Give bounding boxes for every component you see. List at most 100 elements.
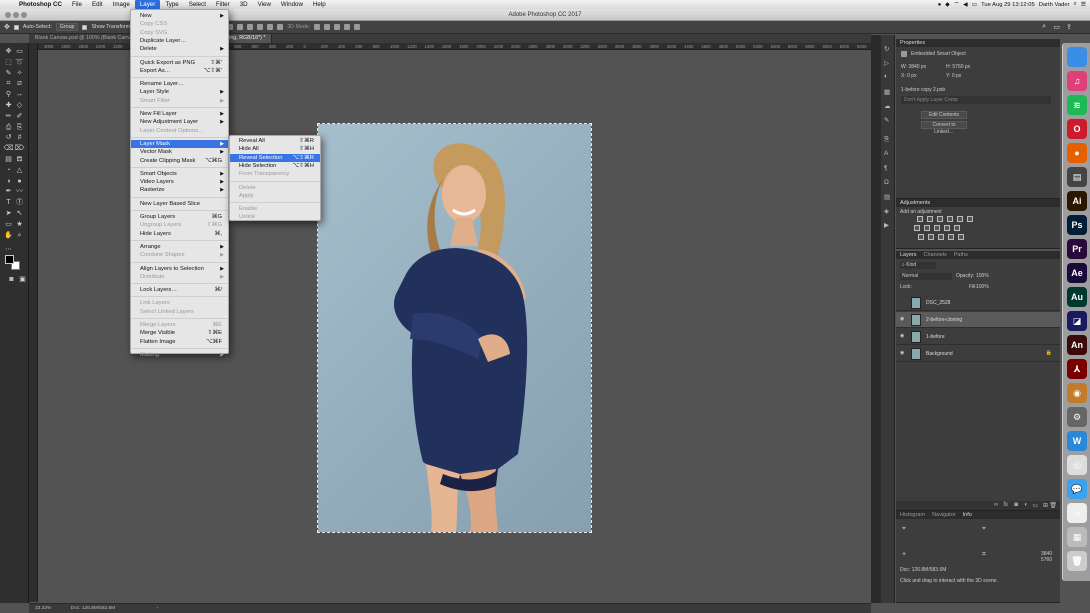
menu-item-align-layers-to-selection[interactable]: Align Layers to Selection ▶ — [131, 265, 228, 273]
blur-tool-icon[interactable]: ◔ — [4, 166, 13, 175]
menu-item-vector-mask[interactable]: Vector Mask ▶ — [131, 148, 228, 156]
sharpen-tool-icon[interactable]: △ — [15, 166, 24, 175]
menu-item-delete[interactable]: Delete ▶ — [131, 45, 228, 53]
layer-visibility-icon[interactable]: ◉ — [900, 317, 906, 322]
brush-tool-icon[interactable]: ✏ — [4, 112, 13, 121]
3d-slide-icon[interactable] — [344, 24, 351, 30]
custom-shape-tool-icon[interactable]: ★ — [15, 220, 24, 229]
brush-presets-icon[interactable]: ✎ — [884, 116, 889, 124]
bridge-icon[interactable]: ◪ — [1067, 311, 1087, 331]
y-field[interactable]: Y: 0 px — [946, 73, 961, 79]
type-tool-icon[interactable]: T — [4, 198, 13, 207]
audition-icon[interactable]: Au — [1067, 287, 1087, 307]
direct-select-tool-icon[interactable]: ↖ — [15, 209, 24, 218]
clone-stamp-tool-icon[interactable]: ⎙ — [4, 123, 13, 132]
zoom-level[interactable]: 33.33% — [29, 606, 51, 611]
screen-mode-icon[interactable]: ▣ — [18, 275, 27, 284]
history-icon[interactable]: ↻ — [884, 45, 889, 53]
menu-help[interactable]: Help — [308, 0, 331, 9]
menu-item-hide-selection[interactable]: Hide Selection ⌥⇧⌘H — [230, 162, 320, 170]
dropbox-icon[interactable]: ◆ — [945, 2, 949, 8]
spotify-icon[interactable]: ≋ — [1067, 95, 1087, 115]
trash-layer-icon[interactable]: 🗑 — [1049, 502, 1057, 509]
itunes-icon[interactable]: ♫ — [1067, 71, 1087, 91]
menu-item-new-adjustment-layer[interactable]: New Adjustment Layer ▶ — [131, 118, 228, 126]
add-mask-icon[interactable]: ◙ — [1014, 502, 1018, 508]
illustrator-icon[interactable]: Ai — [1067, 191, 1087, 211]
spotlight-icon[interactable]: ⌕ — [1074, 1, 1077, 8]
system-prefs-icon[interactable]: ⚙ — [1067, 407, 1087, 427]
3d-pan-icon[interactable] — [334, 24, 341, 30]
character-icon[interactable]: A — [884, 150, 888, 157]
adjust-brightness-icon[interactable] — [917, 216, 923, 222]
align-center-icon[interactable] — [257, 24, 264, 30]
magic-wand-tool-icon[interactable]: ✧ — [15, 69, 24, 78]
dodge-tool-icon[interactable]: ◑ — [4, 177, 13, 186]
menu-item-rasterize[interactable]: Rasterize ▶ — [131, 186, 228, 194]
layer-filter-select[interactable]: ⌕ Kind — [900, 262, 936, 269]
opera-icon[interactable]: O — [1067, 119, 1087, 139]
menu-item-reveal-selection[interactable]: Reveal Selection ⌥⇧⌘R — [230, 153, 320, 162]
share-icon[interactable]: ⇪ — [1066, 23, 1072, 31]
lasso-tool-icon[interactable]: ➰ — [15, 58, 24, 67]
tab-histogram[interactable]: Histogram — [900, 511, 925, 519]
bg-eraser-tool-icon[interactable]: ⌦ — [15, 144, 25, 153]
paragraph-icon[interactable]: ¶ — [884, 165, 888, 172]
menu-item-new-fill-layer[interactable]: New Fill Layer ▶ — [131, 110, 228, 118]
pencil-tool-icon[interactable]: ✐ — [15, 112, 24, 121]
adjust-color-balance-icon[interactable] — [914, 225, 920, 231]
foreground-color-swatch[interactable] — [5, 255, 14, 264]
layer-visibility-icon[interactable]: ◉ — [900, 351, 906, 356]
paint-bucket-tool-icon[interactable]: ⛾ — [15, 155, 24, 164]
tab-navigator[interactable]: Navigator — [932, 511, 956, 519]
finder-icon[interactable] — [1067, 47, 1087, 67]
volume-icon[interactable]: ◀ — [963, 2, 967, 8]
adjust-color-lookup-icon[interactable] — [954, 225, 960, 231]
menu-edit[interactable]: Edit — [87, 0, 108, 9]
menu-item-lock-layers[interactable]: Lock Layers… ⌘/ — [131, 286, 228, 294]
tab-info[interactable]: Info — [963, 511, 972, 519]
opacity-value[interactable]: 100% — [976, 273, 989, 279]
acrobat-icon[interactable]: ⅄ — [1067, 359, 1087, 379]
trash-icon[interactable]: 🗑 — [1067, 551, 1087, 571]
quick-select-tool-icon[interactable]: ✎ — [4, 69, 13, 78]
adjust-vibrance-icon[interactable] — [957, 216, 963, 222]
notification-center-icon[interactable]: ☰ — [1081, 2, 1086, 8]
tab-paths[interactable]: Paths — [954, 251, 968, 259]
adjust-gradient-map-icon[interactable] — [948, 234, 954, 240]
eraser-tool-icon[interactable]: ⌫ — [4, 144, 14, 153]
move-tool-icon[interactable]: ✥ — [4, 47, 13, 56]
show-transform-checkbox[interactable] — [82, 24, 88, 30]
adjust-curves-icon[interactable] — [937, 216, 943, 222]
chrome-preview-icon[interactable]: ◉ — [1067, 383, 1087, 403]
menu-type[interactable]: Type — [160, 0, 183, 9]
auto-select-dropdown[interactable]: Group — [55, 23, 79, 31]
menu-file[interactable]: File — [67, 0, 87, 9]
menu-item-smart-objects[interactable]: Smart Objects ▶ — [131, 170, 228, 178]
menubar-user[interactable]: Darth Vader — [1039, 2, 1070, 8]
menu-item-video-layers[interactable]: Video Layers ▶ — [131, 178, 228, 186]
apple-menu-icon[interactable] — [0, 0, 14, 9]
slice-tool-icon[interactable]: ⧄ — [15, 79, 24, 88]
layer-visibility-icon[interactable]: ◉ — [900, 334, 906, 339]
gradient-tool-icon[interactable]: ▤ — [4, 155, 13, 164]
messages-icon[interactable]: 💬 — [1067, 479, 1087, 499]
menu-item-rename-layer[interactable]: Rename Layer… — [131, 80, 228, 88]
menu-item-group-layers[interactable]: Group Layers ⌘G — [131, 213, 228, 221]
crop-tool-icon[interactable]: ⌗ — [4, 79, 13, 88]
artboard-tool-icon[interactable]: ▭ — [15, 47, 24, 56]
menu-window[interactable]: Window — [276, 0, 308, 9]
pattern-stamp-tool-icon[interactable]: ⎘ — [15, 123, 24, 132]
3d-roll-icon[interactable] — [324, 24, 331, 30]
status-arrow-icon[interactable]: › — [117, 606, 159, 611]
marquee-tool-icon[interactable]: ⬚ — [4, 58, 13, 67]
menu-item-layer-mask[interactable]: Layer Mask ▶ — [131, 139, 228, 148]
vertical-ruler[interactable] — [29, 43, 38, 602]
menu-image[interactable]: Image — [108, 0, 135, 9]
adjust-exposure-icon[interactable] — [947, 216, 953, 222]
x-field[interactable]: X: 0 px — [901, 73, 917, 79]
adjust-channel-mixer-icon[interactable] — [944, 225, 950, 231]
paper-icon[interactable]: ▱ — [1067, 503, 1087, 523]
animate-icon[interactable]: An — [1067, 335, 1087, 355]
distribute-icon[interactable] — [277, 24, 284, 30]
